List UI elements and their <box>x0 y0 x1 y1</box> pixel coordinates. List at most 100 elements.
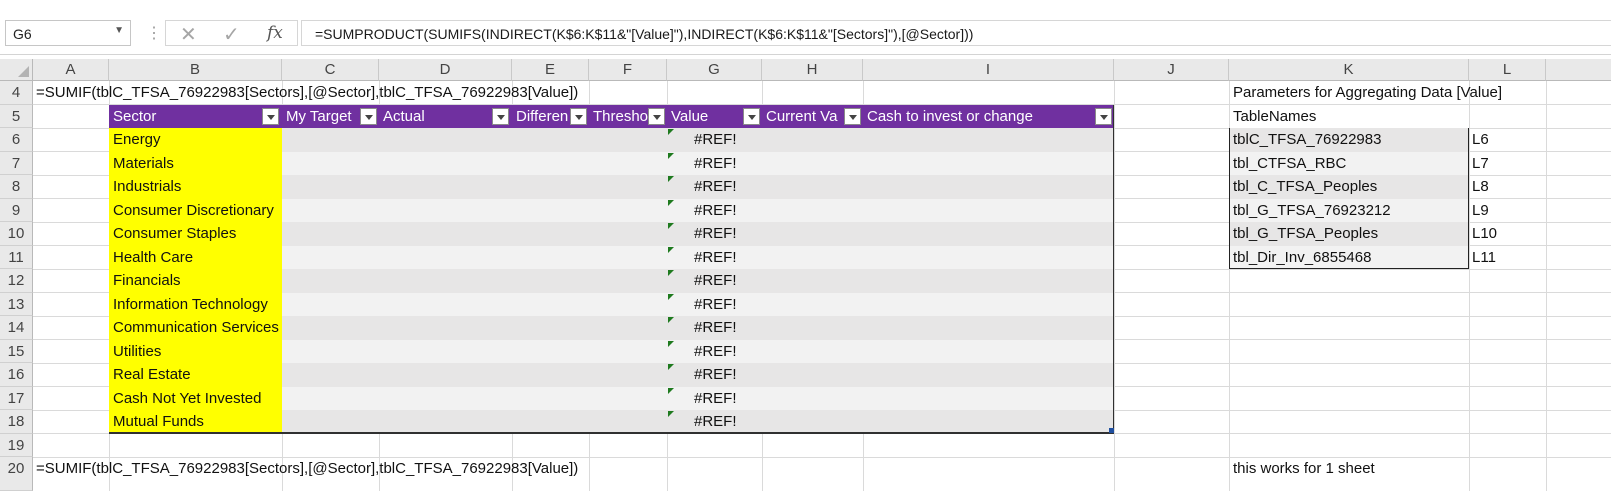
error-indicator-icon[interactable] <box>668 387 674 394</box>
column-header-c[interactable]: C <box>282 59 379 81</box>
dropdown-arrow-icon[interactable] <box>844 108 861 125</box>
sector-cell[interactable]: Industrials <box>113 175 181 198</box>
cell-k20[interactable]: this works for 1 sheet <box>1233 457 1375 480</box>
error-indicator-icon[interactable] <box>668 270 674 276</box>
dropdown-arrow-icon[interactable] <box>648 108 665 125</box>
cell-ref[interactable]: L8 <box>1472 175 1489 198</box>
cell-k4[interactable]: Parameters for Aggregating Data [Value] <box>1233 81 1502 104</box>
column-header-m[interactable] <box>1546 59 1611 81</box>
sector-cell[interactable]: Utilities <box>113 340 161 363</box>
column-header-d[interactable]: D <box>379 59 512 81</box>
value-cell[interactable]: #REF! <box>694 293 737 316</box>
sector-cell[interactable]: Consumer Staples <box>113 222 236 245</box>
value-cell[interactable]: #REF! <box>694 246 737 269</box>
chevron-down-icon[interactable]: ▼ <box>114 25 124 36</box>
error-indicator-icon[interactable] <box>668 129 674 135</box>
row-header-14[interactable]: 14 <box>0 316 33 340</box>
sector-cell[interactable]: Materials <box>113 152 174 175</box>
table-name-cell[interactable]: tblC_TFSA_76922983 <box>1233 128 1381 151</box>
row-header-19[interactable]: 19 <box>0 433 33 457</box>
cell-ref[interactable]: L7 <box>1472 152 1489 175</box>
value-cell[interactable]: #REF! <box>694 128 737 151</box>
sector-cell[interactable]: Mutual Funds <box>113 410 204 433</box>
sector-cell[interactable]: Communication Services <box>113 316 279 339</box>
value-cell[interactable]: #REF! <box>694 269 737 292</box>
row-header-12[interactable]: 12 <box>0 269 33 293</box>
row-header-8[interactable]: 8 <box>0 175 33 199</box>
table-resize-handle[interactable] <box>1109 428 1114 433</box>
column-header-f[interactable]: F <box>589 59 667 81</box>
column-header-i[interactable]: I <box>863 59 1114 81</box>
sector-cell[interactable]: Cash Not Yet Invested <box>113 387 261 410</box>
row-header-10[interactable]: 10 <box>0 222 33 246</box>
value-cell[interactable]: #REF! <box>694 175 737 198</box>
table-name-cell[interactable]: tbl_G_TFSA_76923212 <box>1233 199 1391 222</box>
cell-ref[interactable]: L11 <box>1472 246 1496 269</box>
error-indicator-icon[interactable] <box>668 152 674 159</box>
value-cell[interactable]: #REF! <box>694 316 737 339</box>
cell-ref[interactable]: L9 <box>1472 199 1489 222</box>
dropdown-arrow-icon[interactable] <box>570 108 587 125</box>
more-options-icon[interactable]: ⋮ <box>146 23 162 43</box>
row-header-16[interactable]: 16 <box>0 363 33 387</box>
cell-a20[interactable]: =SUMIF(tblC_TFSA_76922983[Sectors],[@Sec… <box>36 457 578 480</box>
error-indicator-icon[interactable] <box>668 411 674 417</box>
error-indicator-icon[interactable] <box>668 340 674 347</box>
row-header-6[interactable]: 6 <box>0 128 33 152</box>
dropdown-arrow-icon[interactable] <box>262 108 279 125</box>
value-cell[interactable]: #REF! <box>694 199 737 222</box>
insert-function-icon[interactable]: fx <box>267 23 283 43</box>
cell-ref[interactable]: L10 <box>1472 222 1497 245</box>
sector-cell[interactable]: Real Estate <box>113 363 191 386</box>
row-header-20[interactable]: 20 <box>0 457 33 491</box>
error-indicator-icon[interactable] <box>668 317 674 323</box>
table-header-cash-to-invest[interactable]: Cash to invest or change <box>863 105 1114 128</box>
table-name-cell[interactable]: tbl_CTFSA_RBC <box>1233 152 1346 175</box>
value-cell[interactable]: #REF! <box>694 410 737 433</box>
row-header-18[interactable]: 18 <box>0 410 33 434</box>
table-header-sector[interactable]: Sector <box>109 105 282 128</box>
error-indicator-icon[interactable] <box>668 223 674 229</box>
row-header-5[interactable]: 5 <box>0 104 33 128</box>
error-indicator-icon[interactable] <box>668 246 674 253</box>
table-name-cell[interactable]: tbl_Dir_Inv_6855468 <box>1233 246 1371 269</box>
value-cell[interactable]: #REF! <box>694 152 737 175</box>
select-all-button[interactable] <box>0 59 33 81</box>
dropdown-arrow-icon[interactable] <box>360 108 377 125</box>
value-cell[interactable]: #REF! <box>694 363 737 386</box>
cell-ref[interactable]: L6 <box>1472 128 1489 151</box>
dropdown-arrow-icon[interactable] <box>492 108 509 125</box>
row-header-9[interactable]: 9 <box>0 198 33 222</box>
column-header-g[interactable]: G <box>667 59 762 81</box>
dropdown-arrow-icon[interactable] <box>1095 108 1112 125</box>
cell-k5[interactable]: TableNames <box>1233 105 1316 128</box>
sector-cell[interactable]: Consumer Discretionary <box>113 199 274 222</box>
error-indicator-icon[interactable] <box>668 364 674 370</box>
row-header-17[interactable]: 17 <box>0 386 33 410</box>
row-header-15[interactable]: 15 <box>0 339 33 363</box>
sector-cell[interactable]: Energy <box>113 128 161 151</box>
column-header-e[interactable]: E <box>512 59 589 81</box>
value-cell[interactable]: #REF! <box>694 340 737 363</box>
row-header-4[interactable]: 4 <box>0 81 33 105</box>
error-indicator-icon[interactable] <box>668 199 674 206</box>
row-header-13[interactable]: 13 <box>0 292 33 316</box>
sector-cell[interactable]: Financials <box>113 269 181 292</box>
column-header-a[interactable]: A <box>33 59 109 81</box>
cell-a4[interactable]: =SUMIF(tblC_TFSA_76922983[Sectors],[@Sec… <box>36 81 578 104</box>
column-header-b[interactable]: B <box>109 59 282 81</box>
column-header-h[interactable]: H <box>762 59 863 81</box>
sector-cell[interactable]: Information Technology <box>113 293 268 316</box>
table-name-cell[interactable]: tbl_C_TFSA_Peoples <box>1233 175 1377 198</box>
enter-icon[interactable]: ✓ <box>223 22 240 47</box>
error-indicator-icon[interactable] <box>668 176 674 182</box>
formula-input[interactable]: =SUMPRODUCT(SUMIFS(INDIRECT(K$6:K$11&"[V… <box>301 20 1611 46</box>
dropdown-arrow-icon[interactable] <box>743 108 760 125</box>
name-box[interactable]: G6 ▼ <box>5 20 131 46</box>
value-cell[interactable]: #REF! <box>694 222 737 245</box>
table-name-cell[interactable]: tbl_G_TFSA_Peoples <box>1233 222 1378 245</box>
sector-cell[interactable]: Health Care <box>113 246 193 269</box>
error-indicator-icon[interactable] <box>668 293 674 300</box>
column-header-l[interactable]: L <box>1469 59 1546 81</box>
column-header-j[interactable]: J <box>1114 59 1229 81</box>
